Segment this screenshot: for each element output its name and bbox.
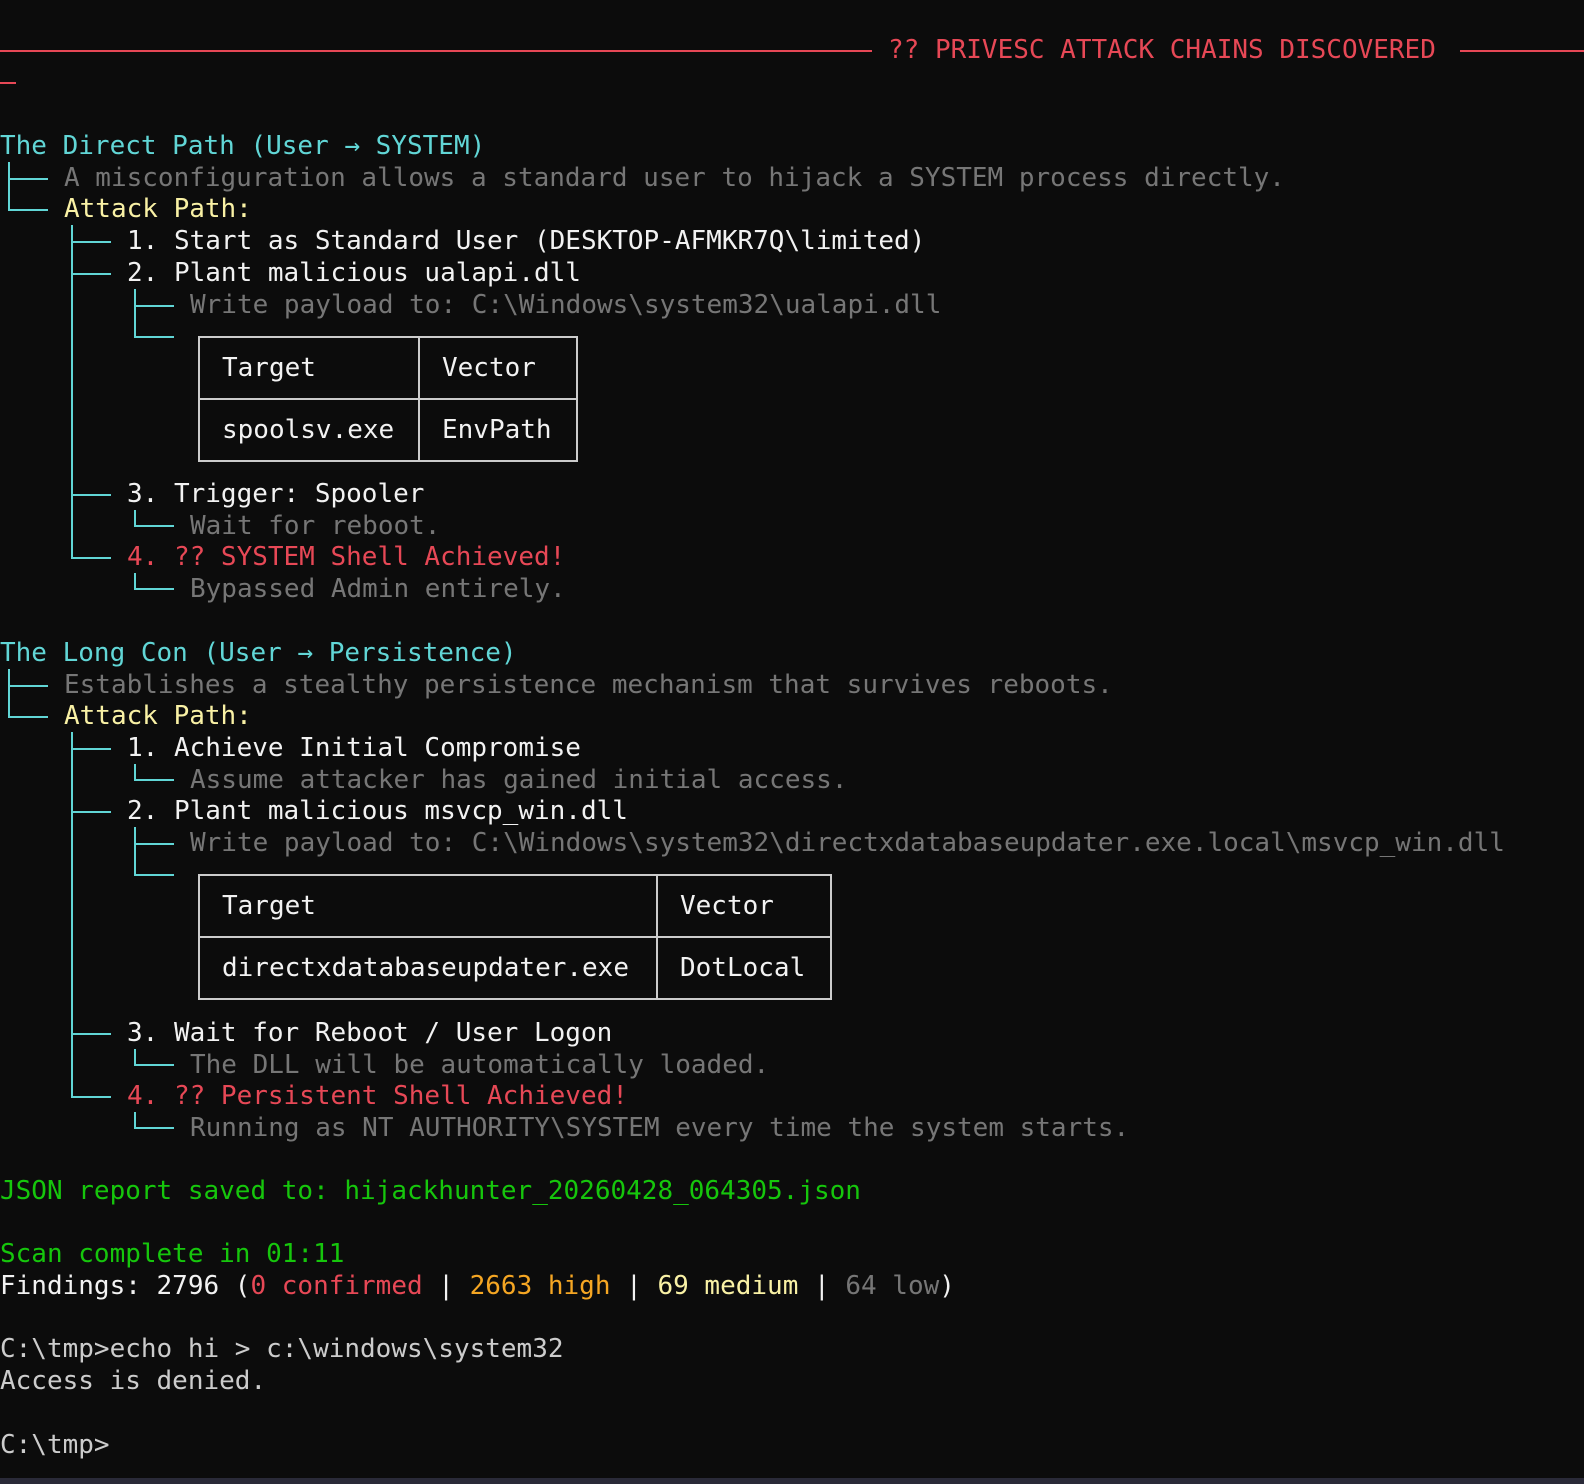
tree-line — [134, 1049, 136, 1065]
table-row: directxdatabaseupdater.exe DotLocal — [198, 936, 832, 1000]
chain1-step-4-detail: Bypassed Admin entirely. — [190, 574, 566, 604]
chain1-step-3-detail: Wait for reboot. — [190, 511, 441, 541]
tree-line — [71, 1033, 111, 1035]
tree-line — [71, 557, 111, 559]
table-header-vector: Vector — [656, 874, 832, 938]
tree-line — [71, 748, 111, 750]
findings-low: 64 low — [845, 1271, 940, 1301]
findings-suffix: ) — [939, 1271, 955, 1301]
window-bottom-edge — [0, 1478, 1584, 1484]
table-cell-vector: DotLocal — [656, 936, 832, 1000]
scan-complete-line: Scan complete in 01:11 — [0, 1239, 345, 1269]
findings-high: 2663 high — [469, 1271, 611, 1301]
shell-command-line: C:\tmp>echo hi > c:\windows\system32 — [0, 1334, 564, 1364]
tree-line — [71, 732, 73, 1096]
findings-confirmed: 0 confirmed — [250, 1271, 423, 1301]
banner-rule-stub — [0, 82, 16, 84]
banner-rule-right — [1460, 50, 1584, 52]
table-header-target: Target — [198, 336, 420, 400]
tree-line — [71, 494, 111, 496]
tree-line — [134, 1112, 136, 1128]
chain2-attack-path-label: Attack Path: — [64, 701, 252, 731]
tree-line — [134, 843, 174, 845]
tree-line — [134, 1064, 174, 1066]
table-cell-target: spoolsv.exe — [198, 398, 420, 462]
chain2-title: The Long Con (User → Persistence) — [0, 638, 517, 668]
tree-line — [8, 669, 10, 717]
tree-line — [134, 1127, 174, 1129]
table-cell-vector: EnvPath — [418, 398, 578, 462]
chain2-step-2: 2. Plant malicious msvcp_win.dll — [127, 796, 628, 826]
table-cell-target: directxdatabaseupdater.exe — [198, 936, 658, 1000]
banner-rule-left — [0, 50, 872, 52]
chain2-step-3: 3. Wait for Reboot / User Logon — [127, 1018, 613, 1048]
findings-summary: Findings: 2796 (0 confirmed | 2663 high … — [0, 1270, 955, 1302]
report-saved-line: JSON report saved to: hijackhunter_20260… — [0, 1176, 861, 1206]
banner-title: ?? PRIVESC ATTACK CHAINS DISCOVERED — [888, 35, 1436, 65]
chain1-step-2-detail: Write payload to: C:\Windows\system32\ua… — [190, 290, 942, 320]
tree-line — [8, 716, 48, 718]
findings-medium: 69 medium — [657, 1271, 799, 1301]
tree-line — [134, 827, 136, 875]
tree-line — [134, 874, 174, 876]
tree-line — [134, 588, 174, 590]
chain2-step-4-detail: Running as NT AUTHORITY\SYSTEM every tim… — [190, 1113, 1130, 1143]
shell-prompt[interactable]: C:\tmp> — [0, 1429, 110, 1461]
tree-line — [8, 685, 48, 687]
chain2-step-4: 4. ?? Persistent Shell Achieved! — [127, 1081, 628, 1111]
tree-line — [134, 510, 136, 526]
tree-line — [134, 305, 174, 307]
terminal-window[interactable]: ?? PRIVESC ATTACK CHAINS DISCOVERED The … — [0, 0, 1584, 1484]
tree-line — [8, 209, 48, 211]
chain1-attack-path-label: Attack Path: — [64, 194, 252, 224]
findings-prefix: Findings: 2796 ( — [0, 1271, 251, 1301]
tree-line — [134, 573, 136, 589]
chain2-step-2-detail: Write payload to: C:\Windows\system32\di… — [190, 828, 1505, 858]
tree-line — [134, 764, 136, 780]
chain1-step-2: 2. Plant malicious ualapi.dll — [127, 258, 581, 288]
shell-output-line: Access is denied. — [0, 1366, 267, 1396]
findings-separator: | — [610, 1271, 658, 1301]
chain2-hijack-table: Target Vector directxdatabaseupdater.exe… — [198, 874, 832, 1000]
tree-line — [134, 779, 174, 781]
table-header-target: Target — [198, 874, 658, 938]
tree-line — [134, 289, 136, 337]
chain1-step-4: 4. ?? SYSTEM Shell Achieved! — [127, 542, 566, 572]
table-header-row: Target Vector — [198, 874, 832, 938]
tree-line — [8, 162, 10, 210]
chain2-step-1: 1. Achieve Initial Compromise — [127, 733, 581, 763]
tree-line — [71, 273, 111, 275]
tree-line — [134, 336, 174, 338]
chain1-description: A misconfiguration allows a standard use… — [64, 163, 1285, 193]
chain2-step-3-detail: The DLL will be automatically loaded. — [190, 1050, 770, 1080]
tree-line — [71, 241, 111, 243]
table-header-vector: Vector — [418, 336, 578, 400]
table-header-row: Target Vector — [198, 336, 578, 400]
chain1-title: The Direct Path (User → SYSTEM) — [0, 131, 486, 161]
chain1-step-3: 3. Trigger: Spooler — [127, 479, 425, 509]
tree-line — [8, 178, 48, 180]
chain1-step-1: 1. Start as Standard User (DESKTOP-AFMKR… — [127, 226, 926, 256]
findings-separator: | — [422, 1271, 470, 1301]
table-row: spoolsv.exe EnvPath — [198, 398, 578, 462]
chain2-step-1-detail: Assume attacker has gained initial acces… — [190, 765, 848, 795]
tree-line — [134, 525, 174, 527]
chain1-hijack-table: Target Vector spoolsv.exe EnvPath — [198, 336, 578, 462]
findings-separator: | — [798, 1271, 846, 1301]
chain2-description: Establishes a stealthy persistence mecha… — [64, 670, 1113, 700]
tree-line — [71, 811, 111, 813]
tree-line — [71, 1096, 111, 1098]
